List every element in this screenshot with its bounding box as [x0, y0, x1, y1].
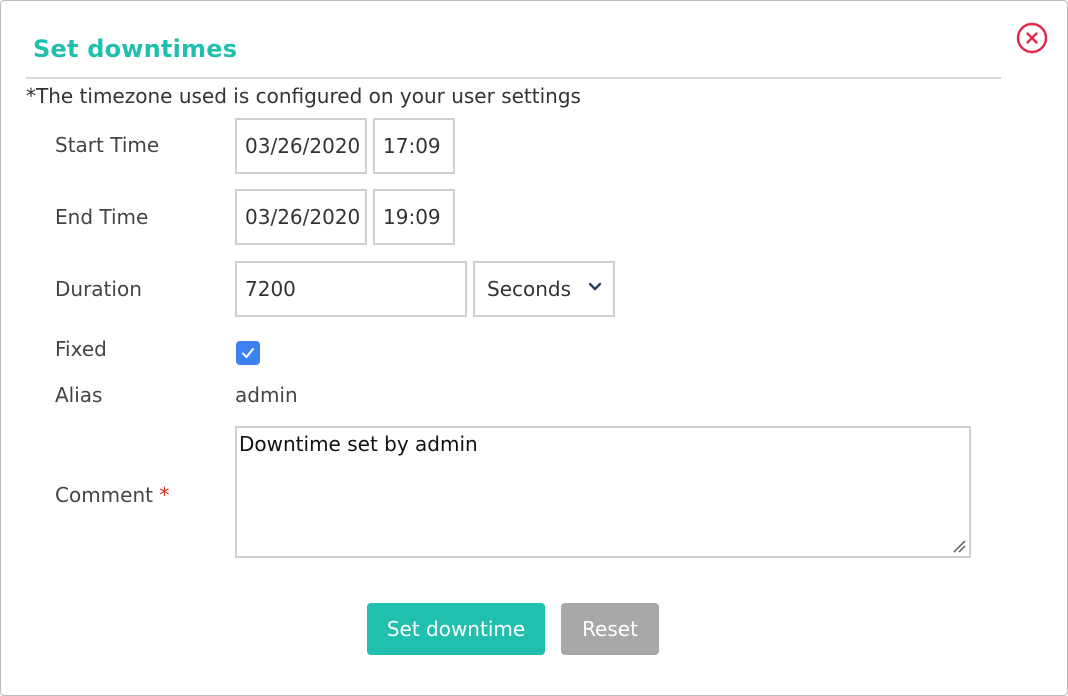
alias-label: Alias — [55, 383, 103, 407]
reset-button[interactable]: Reset — [561, 603, 659, 655]
set-downtime-button[interactable]: Set downtime — [367, 603, 545, 655]
fixed-label: Fixed — [55, 337, 107, 361]
comment-textarea[interactable]: Downtime set by admin — [235, 426, 971, 558]
checkmark-icon — [242, 348, 254, 358]
comment-label-text: Comment — [55, 483, 153, 507]
title-divider — [26, 77, 1001, 79]
start-date-input[interactable] — [235, 118, 367, 174]
required-marker: * — [159, 483, 170, 507]
duration-label: Duration — [55, 277, 142, 301]
dialog-title: Set downtimes — [33, 35, 238, 63]
duration-unit-value: Seconds — [487, 277, 572, 301]
end-time-input[interactable] — [373, 189, 455, 245]
timezone-note: *The timezone used is configured on your… — [26, 84, 581, 108]
fixed-checkbox[interactable] — [236, 341, 260, 365]
resize-grip-icon[interactable] — [952, 539, 966, 553]
duration-unit-select[interactable]: Seconds — [473, 261, 615, 317]
close-circle-icon — [1016, 22, 1048, 54]
alias-value: admin — [235, 383, 298, 407]
downtime-dialog: Set downtimes *The timezone used is conf… — [0, 0, 1068, 696]
end-time-label: End Time — [55, 205, 149, 229]
duration-input[interactable] — [235, 261, 467, 317]
start-time-input[interactable] — [373, 118, 455, 174]
close-button[interactable] — [1016, 22, 1048, 54]
end-date-input[interactable] — [235, 189, 367, 245]
comment-label: Comment * — [55, 483, 169, 507]
chevron-down-icon — [588, 282, 602, 291]
start-time-label: Start Time — [55, 133, 160, 157]
